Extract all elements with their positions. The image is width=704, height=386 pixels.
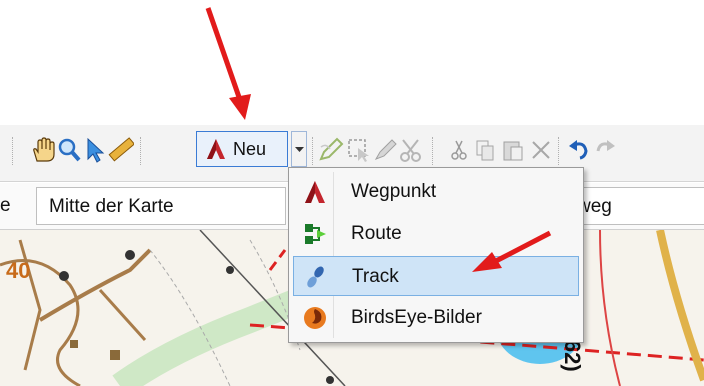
new-dropdown-button[interactable] bbox=[291, 131, 307, 167]
zoom-icon[interactable] bbox=[56, 137, 82, 163]
waypoint-flag-icon bbox=[305, 181, 325, 203]
eraser-icon[interactable] bbox=[372, 137, 398, 163]
edit-pencil-icon[interactable] bbox=[318, 137, 344, 163]
scissors-tool-icon[interactable] bbox=[398, 137, 424, 163]
menu-item-waypoint[interactable]: Wegpunkt bbox=[293, 172, 579, 212]
menu-item-birdseye[interactable]: BirdsEye-Bilder bbox=[293, 298, 579, 338]
new-button-label: Neu bbox=[233, 139, 267, 159]
undo-icon[interactable] bbox=[566, 137, 592, 163]
waypoint-flag-icon bbox=[207, 139, 225, 159]
address-label-fragment: e bbox=[0, 195, 11, 216]
track-footprints-icon bbox=[307, 266, 324, 288]
menu-item-label: Wegpunkt bbox=[351, 181, 437, 202]
route-icon bbox=[305, 224, 326, 244]
new-button[interactable]: Neu bbox=[196, 131, 288, 167]
birdseye-icon bbox=[304, 307, 326, 329]
delete-icon[interactable] bbox=[528, 137, 554, 163]
redo-icon[interactable] bbox=[592, 137, 618, 163]
paste-icon[interactable] bbox=[500, 137, 526, 163]
select-arrow-icon[interactable] bbox=[82, 137, 108, 163]
chevron-down-icon bbox=[295, 147, 304, 152]
toolbar-separator bbox=[140, 137, 142, 165]
annotation-arrow-top bbox=[205, 7, 251, 120]
cut-icon[interactable] bbox=[446, 137, 472, 163]
location-field-value: Mitte der Karte bbox=[49, 196, 174, 217]
select-region-icon[interactable] bbox=[346, 137, 372, 163]
route-type-field[interactable]: weg bbox=[570, 187, 704, 225]
hand-icon[interactable] bbox=[30, 137, 56, 163]
toolbar-separator bbox=[12, 137, 14, 165]
annotation-arrow-track bbox=[472, 230, 552, 272]
measure-ruler-icon[interactable] bbox=[108, 137, 134, 163]
toolbar-separator bbox=[558, 137, 560, 165]
menu-item-label: Route bbox=[351, 223, 402, 244]
copy-icon[interactable] bbox=[472, 137, 498, 163]
toolbar-separator bbox=[312, 137, 314, 165]
menu-item-label: Track bbox=[352, 266, 399, 287]
menu-item-label: BirdsEye-Bilder bbox=[351, 307, 482, 328]
toolbar-separator bbox=[432, 137, 434, 165]
location-field[interactable]: Mitte der Karte bbox=[36, 187, 286, 225]
map-label-number: 40 bbox=[6, 258, 31, 283]
